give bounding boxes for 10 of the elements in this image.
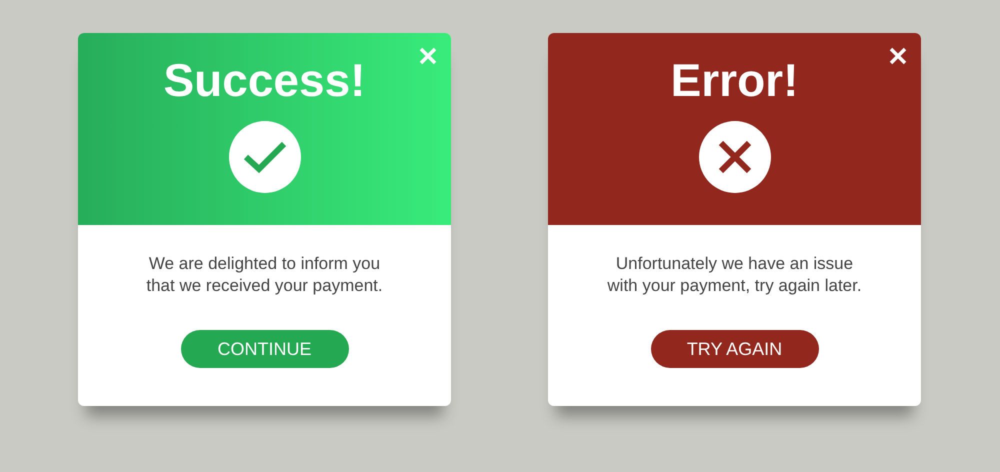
close-icon	[889, 47, 907, 65]
dialog-message: We are delighted to inform you that we received your payment.	[146, 253, 383, 297]
cross-icon	[716, 139, 752, 175]
dialog-message: Unfortunately we have an issue with your payment, try again later.	[607, 253, 862, 297]
dialog-title: Error!	[670, 53, 798, 107]
close-button[interactable]	[887, 45, 909, 67]
check-icon	[242, 139, 288, 175]
action-button[interactable]: TRY AGAIN	[650, 330, 818, 368]
close-icon	[419, 47, 437, 65]
dialog-title: Success!	[163, 53, 366, 107]
